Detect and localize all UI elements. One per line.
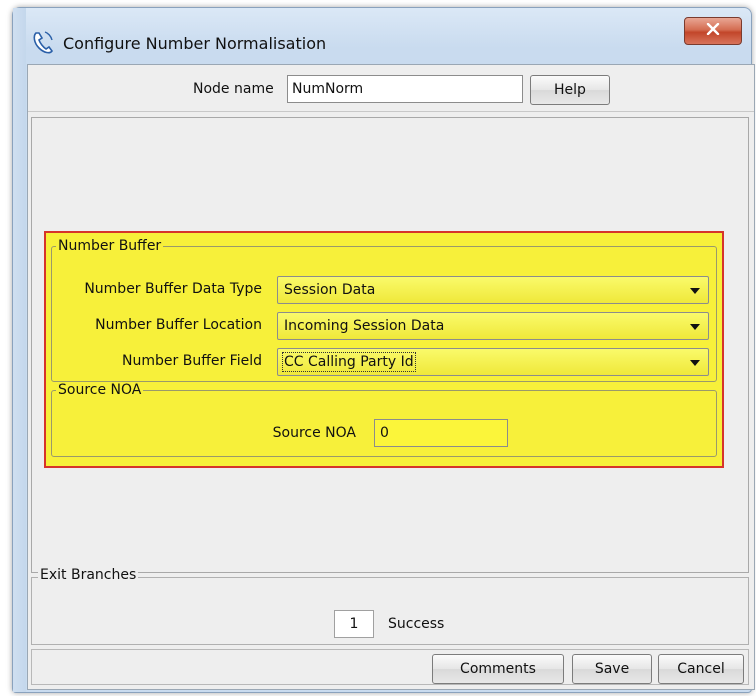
source-noa-label: Source NOA [272,425,356,441]
exit-branch-number: 1 [334,610,374,638]
close-button[interactable] [684,17,742,45]
phone-handset-icon [31,29,55,55]
buffer-field-select[interactable]: CC Calling Party Id [277,348,709,376]
window-title: Configure Number Normalisation [63,34,327,53]
buffer-location-select[interactable]: Incoming Session Data [277,312,709,340]
title-bar[interactable]: Configure Number Normalisation [13,8,751,64]
node-name-label: Node name [193,81,274,97]
exit-branch-label: Success [388,616,445,632]
configuration-panel: Number Buffer Number Buffer Data Type Se… [31,117,749,573]
buffer-data-type-select[interactable]: Session Data [277,276,709,304]
buffer-field-label: Number Buffer Field [122,353,262,369]
chevron-down-icon [690,288,700,294]
number-buffer-legend: Number Buffer [58,238,162,254]
node-name-row: Node name Help [28,65,754,112]
dialog-content: Node name Help Number Buffer Number Buff… [27,64,755,690]
highlighted-settings-area: Number Buffer Number Buffer Data Type Se… [44,231,724,468]
button-bar: Comments Save Cancel [31,649,749,685]
chevron-down-icon [690,360,700,366]
source-noa-group: Source NOA Source NOA [51,382,717,457]
buffer-data-type-value: Session Data [284,282,376,298]
comments-button[interactable]: Comments [432,654,564,684]
window-left-frame [13,8,26,692]
dialog-window: Configure Number Normalisation Node name… [12,7,755,693]
node-name-input[interactable] [287,75,523,103]
buffer-location-label: Number Buffer Location [95,317,262,333]
buffer-data-type-label: Number Buffer Data Type [84,281,262,297]
buffer-location-value: Incoming Session Data [284,318,445,334]
help-button[interactable]: Help [530,75,610,105]
source-noa-input[interactable] [374,419,508,447]
chevron-down-icon [690,324,700,330]
cancel-button[interactable]: Cancel [658,654,744,684]
number-buffer-group: Number Buffer Number Buffer Data Type Se… [51,238,717,382]
save-button[interactable]: Save [572,654,652,684]
exit-branches-group: Exit Branches 1 Success [31,567,749,645]
exit-branches-legend: Exit Branches [38,567,139,583]
close-icon [706,22,720,39]
buffer-field-value: CC Calling Party Id [282,352,416,372]
source-noa-legend: Source NOA [58,382,142,398]
